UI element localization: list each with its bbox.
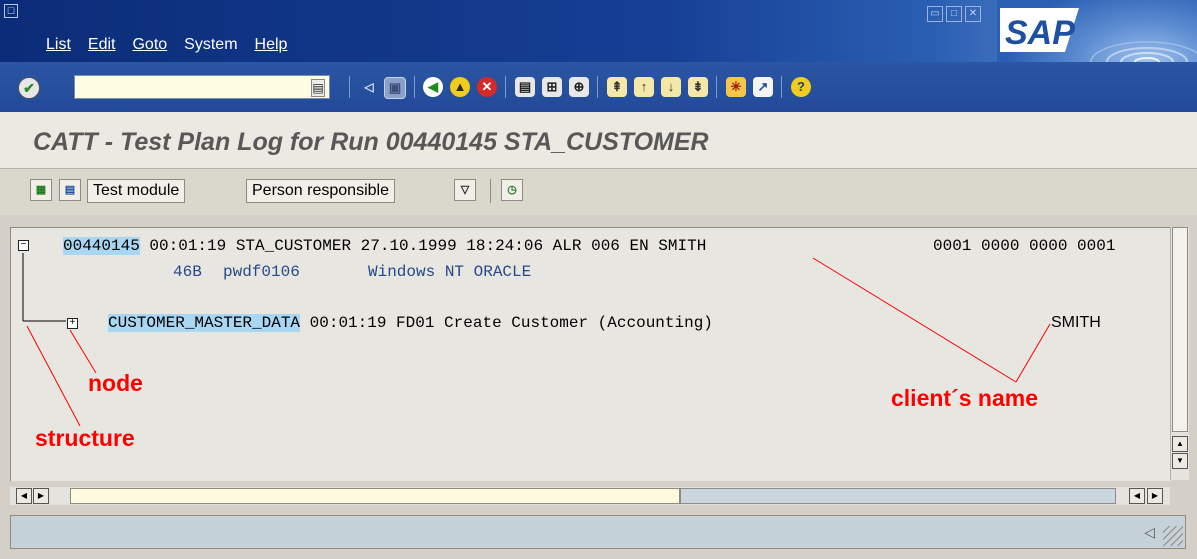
first-page-icon[interactable]: ⇞ [607,77,627,97]
help-icon[interactable]: ? [791,77,811,97]
release: 46B [173,263,202,281]
standard-toolbar: ✔ ▤ ◁ ▣ ◀ ▲ ✕ ▤ ⊞ ⊕ ⇞ ↑ ↓ ⇟ ✳ ↗ ? [0,62,1197,112]
clock-icon[interactable]: ◷ [501,179,523,201]
system-info: Windows NT ORACLE [368,263,532,281]
find-icon[interactable]: ⊞ [542,77,562,97]
menu-edit[interactable]: Edit [88,36,124,54]
toolbar-separator [414,76,415,98]
collapse-subtree-icon[interactable]: ▤ [59,179,81,201]
print-icon[interactable]: ▤ [515,77,535,97]
command-field[interactable]: ▤ [74,75,330,99]
scroll-down-icon[interactable]: ▼ [1172,453,1188,469]
sap-logo-text: SAP [1005,14,1075,52]
module-responsible: SMITH [1051,314,1101,331]
shortcut-icon[interactable]: ↗ [753,77,773,97]
toolbar-separator [716,76,717,98]
page-title: CATT - Test Plan Log for Run 00440145 ST… [33,128,709,156]
toolbar-separator [349,76,350,98]
vertical-scroll-thumb[interactable] [1172,227,1188,432]
create-session-icon[interactable]: ✳ [726,77,746,97]
vertical-scrollbar[interactable]: ▲ ▼ [1170,227,1189,480]
close-button[interactable]: ✕ [965,6,981,22]
resize-grip-icon[interactable] [1163,526,1183,546]
scroll-left-icon[interactable]: ◀ [16,488,32,504]
toolbar-separator [781,76,782,98]
save-icon[interactable]: ▣ [384,77,406,99]
module-name[interactable]: CUSTOMER_MASTER_DATA [108,314,301,332]
cancel-icon[interactable]: ✕ [477,77,497,97]
expand-node-icon[interactable]: + [67,318,78,329]
host: pwdf0106 [223,263,300,281]
next-page-icon[interactable]: ↓ [661,77,681,97]
toolbar-separator [490,179,491,203]
menu-system-label: System [184,36,238,53]
window-menu-icon[interactable]: ☐ [4,4,18,18]
status-bar: ◁ [10,515,1186,549]
log-row-run[interactable]: 00440145 00:01:19 STA_CUSTOMER 27.10.199… [63,237,706,255]
scroll-right-end-icon[interactable]: ▶ [1147,488,1163,504]
run-counters: 0001 0000 0000 0001 [933,237,1116,255]
screen-title-bar: CATT - Test Plan Log for Run 00440145 ST… [0,112,1197,169]
toolbar-separator [505,76,506,98]
window-controls: ▭ □ ✕ [927,6,981,22]
horizontal-scroll-thumb[interactable] [70,488,680,504]
expand-subtree-icon[interactable]: ▦ [30,179,52,201]
menu-help[interactable]: Help [255,36,296,54]
filter-icon[interactable]: ▽ [454,179,476,201]
command-history-icon[interactable]: ▤ [311,79,325,97]
horizontal-scroll-track[interactable] [680,488,1116,504]
status-arrow-icon[interactable]: ◁ [1144,524,1155,541]
collapse-node-icon[interactable]: − [18,240,29,251]
command-input[interactable] [75,76,311,98]
log-row-module[interactable]: CUSTOMER_MASTER_DATA 00:01:19 FD01 Creat… [108,314,713,332]
annotation-structure: structure [35,425,135,451]
last-page-icon[interactable]: ⇟ [688,77,708,97]
exit-icon[interactable]: ▲ [450,77,470,97]
menu-goto-label: Goto [132,36,168,53]
maximize-button[interactable]: □ [946,6,962,22]
find-next-icon[interactable]: ⊕ [569,77,589,97]
run-details: 00:01:19 STA_CUSTOMER 27.10.1999 18:24:0… [139,237,707,255]
log-tree: − 00440145 00:01:19 STA_CUSTOMER 27.10.1… [10,227,1171,481]
test-module-button[interactable]: Test module [87,179,186,203]
toolbar-separator [597,76,598,98]
back-icon[interactable]: ◀ [423,77,443,97]
scroll-left-end-icon[interactable]: ◀ [1129,488,1145,504]
annotation-client-name: client´s name [891,385,1038,411]
menu-help-label: Help [254,36,288,53]
back-arrow-icon[interactable]: ◁ [359,77,379,97]
scroll-right-icon[interactable]: ▶ [33,488,49,504]
menu-list-label: List [46,36,71,53]
menu-edit-label: Edit [87,36,116,53]
enter-button[interactable]: ✔ [18,77,40,99]
minimize-button[interactable]: ▭ [927,6,943,22]
module-details: 00:01:19 FD01 Create Customer (Accountin… [300,314,713,332]
menu-list[interactable]: List [46,36,79,54]
scroll-up-icon[interactable]: ▲ [1172,436,1188,452]
menu: List Edit Goto System Help [46,36,304,54]
application-toolbar: ▦ ▤ Test module Person responsible ▽ ◷ [0,169,1197,215]
run-id[interactable]: 00440145 [63,237,140,255]
annotation-node: node [88,370,143,396]
menu-system[interactable]: System [184,36,245,54]
horizontal-scrollbar[interactable]: ◀ ▶ ◀ ▶ [10,487,1170,505]
menu-goto[interactable]: Goto [132,36,175,54]
previous-page-icon[interactable]: ↑ [634,77,654,97]
person-responsible-button[interactable]: Person responsible [246,179,395,203]
